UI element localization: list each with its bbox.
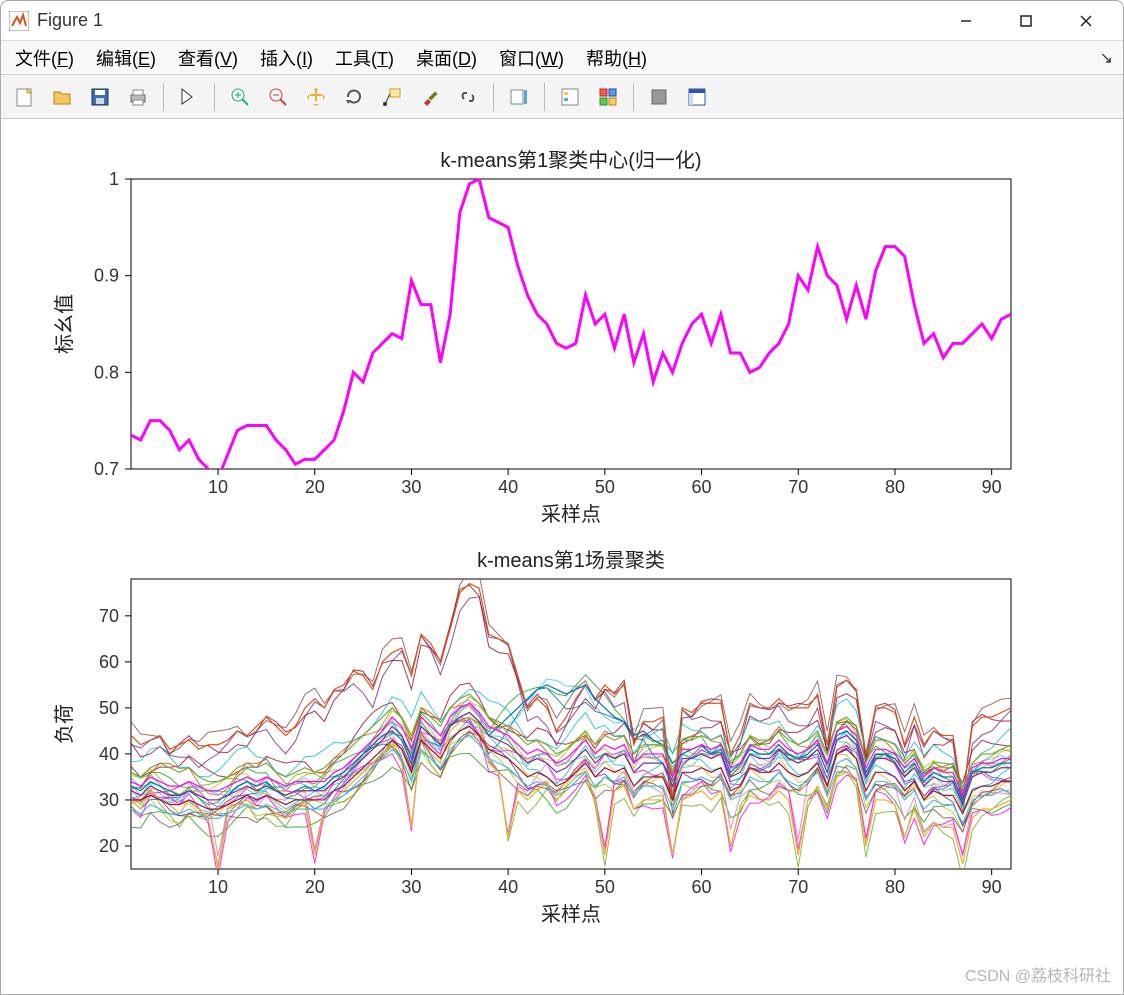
menubar: 文件(F) 编辑(E) 查看(V) 插入(I) 工具(T) 桌面(D) 窗口(W… <box>1 41 1123 75</box>
hide-plot-tools-button[interactable] <box>642 80 676 114</box>
matlab-icon <box>9 11 29 31</box>
svg-text:10: 10 <box>208 877 228 897</box>
svg-text:30: 30 <box>401 877 421 897</box>
titlebar: Figure 1 <box>1 1 1123 41</box>
window-title: Figure 1 <box>37 10 103 31</box>
rotate-button[interactable] <box>337 80 371 114</box>
svg-text:10: 10 <box>208 477 228 497</box>
svg-text:标幺值: 标幺值 <box>53 294 76 354</box>
svg-text:负荷: 负荷 <box>53 704 76 744</box>
minimize-button[interactable] <box>937 5 995 37</box>
maximize-button[interactable] <box>997 5 1055 37</box>
menu-view[interactable]: 查看(V) <box>174 43 242 73</box>
svg-text:30: 30 <box>401 477 421 497</box>
figure-canvas: 10 20 30 40 50 60 70 80 90 0.7 0.8 0.9 1 k-means第1聚类中… <box>1 119 1123 994</box>
svg-text:k-means第1聚类中心(归一化): k-means第1聚类中心(归一化) <box>440 149 701 172</box>
toolbar-separator <box>544 83 545 111</box>
new-figure-button[interactable] <box>7 80 41 114</box>
svg-text:70: 70 <box>788 477 808 497</box>
svg-text:0.8: 0.8 <box>94 362 119 382</box>
svg-text:采样点: 采样点 <box>541 503 601 526</box>
svg-text:90: 90 <box>982 877 1002 897</box>
dock-icon[interactable]: ↘ <box>1100 48 1113 68</box>
svg-text:50: 50 <box>595 477 615 497</box>
menu-edit[interactable]: 编辑(E) <box>92 43 160 73</box>
svg-text:采样点: 采样点 <box>541 903 601 926</box>
figure-window: Figure 1 文件(F) 编辑(E) 查看(V) 插入(I) 工具(T) 桌… <box>0 0 1124 995</box>
data-cursor-button[interactable] <box>375 80 409 114</box>
toolbar-separator <box>493 83 494 111</box>
toolbar-separator <box>633 83 634 111</box>
menu-desktop[interactable]: 桌面(D) <box>412 43 481 73</box>
svg-text:70: 70 <box>99 606 119 626</box>
svg-text:40: 40 <box>498 477 518 497</box>
brush-button[interactable] <box>413 80 447 114</box>
close-button[interactable] <box>1057 5 1115 37</box>
svg-text:k-means第1场景聚类: k-means第1场景聚类 <box>477 549 665 572</box>
svg-text:50: 50 <box>595 877 615 897</box>
svg-text:20: 20 <box>305 477 325 497</box>
svg-text:1: 1 <box>109 169 119 189</box>
svg-text:0.9: 0.9 <box>94 266 119 286</box>
toolbar <box>1 75 1123 119</box>
toolbar-separator <box>163 83 164 111</box>
insert-legend-button[interactable] <box>553 80 587 114</box>
svg-text:60: 60 <box>692 477 712 497</box>
svg-text:80: 80 <box>885 877 905 897</box>
menu-tools[interactable]: 工具(T) <box>331 43 398 73</box>
menu-window[interactable]: 窗口(W) <box>495 43 568 73</box>
menu-help[interactable]: 帮助(H) <box>582 43 651 73</box>
svg-text:20: 20 <box>99 836 119 856</box>
toolbar-separator <box>214 83 215 111</box>
show-plot-tools-button[interactable] <box>680 80 714 114</box>
svg-text:0.7: 0.7 <box>94 459 119 479</box>
print-button[interactable] <box>121 80 155 114</box>
plot-tools-button[interactable] <box>591 80 625 114</box>
zoom-out-button[interactable] <box>261 80 295 114</box>
zoom-in-button[interactable] <box>223 80 257 114</box>
svg-text:90: 90 <box>982 477 1002 497</box>
axes-container: 10 20 30 40 50 60 70 80 90 0.7 0.8 0.9 1 k-means第1聚类中… <box>1 119 1123 994</box>
svg-text:60: 60 <box>692 877 712 897</box>
svg-text:40: 40 <box>498 877 518 897</box>
open-button[interactable] <box>45 80 79 114</box>
svg-text:20: 20 <box>305 877 325 897</box>
svg-text:40: 40 <box>99 744 119 764</box>
svg-text:70: 70 <box>788 877 808 897</box>
edit-plot-button[interactable] <box>172 80 206 114</box>
menu-insert[interactable]: 插入(I) <box>256 43 317 73</box>
save-button[interactable] <box>83 80 117 114</box>
svg-text:80: 80 <box>885 477 905 497</box>
link-button[interactable] <box>451 80 485 114</box>
window-controls <box>937 5 1115 37</box>
svg-text:60: 60 <box>99 652 119 672</box>
svg-text:30: 30 <box>99 790 119 810</box>
insert-colorbar-button[interactable] <box>502 80 536 114</box>
pan-button[interactable] <box>299 80 333 114</box>
menu-file[interactable]: 文件(F) <box>11 43 78 73</box>
svg-text:50: 50 <box>99 698 119 718</box>
